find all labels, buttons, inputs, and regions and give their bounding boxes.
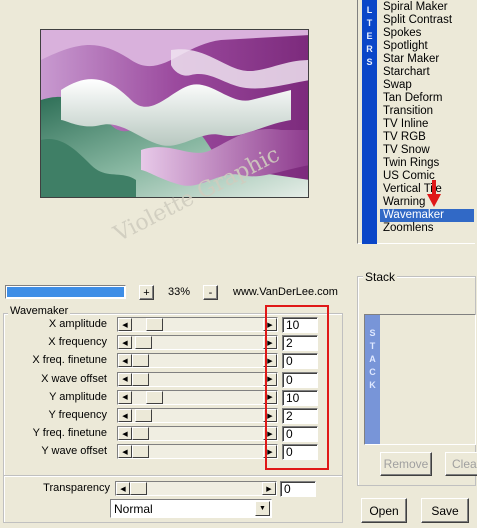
param-label: Y wave offset: [41, 445, 107, 458]
param-label: Y amplitude: [49, 390, 107, 403]
stack-tab-label: STACK: [369, 328, 376, 390]
param-label: Y frequency: [48, 409, 107, 421]
param-slider[interactable]: ◀ ▶: [117, 408, 278, 423]
decrease-arrow-icon[interactable]: ◀: [118, 390, 132, 404]
remove-button[interactable]: Remove: [380, 452, 432, 476]
stack-title: Stack: [363, 270, 398, 284]
decrease-arrow-icon[interactable]: ◀: [118, 372, 132, 386]
decrease-arrow-icon[interactable]: ◀: [118, 318, 132, 331]
transparency-label: Transparency: [43, 482, 110, 494]
filter-item[interactable]: TV Snow: [380, 144, 474, 157]
stack-list[interactable]: STACK: [364, 314, 476, 445]
vanderlee-link[interactable]: www.VanDerLee.com: [233, 286, 338, 298]
slider-thumb[interactable]: [132, 445, 149, 459]
decrease-arrow-icon[interactable]: ◀: [118, 336, 132, 350]
param-slider[interactable]: ◀ ▶: [117, 353, 278, 369]
save-button[interactable]: Save: [421, 498, 469, 523]
transparency-thumb[interactable]: [130, 482, 147, 495]
transparency-decrease-arrow[interactable]: ◀: [116, 482, 130, 495]
param-slider[interactable]: ◀ ▶: [117, 426, 278, 442]
filters-tab[interactable]: LTERS: [362, 0, 377, 244]
filter-item[interactable]: Split Contrast: [380, 14, 474, 27]
transparency-slider[interactable]: ◀ ▶: [115, 481, 277, 496]
stack-content: [381, 315, 475, 444]
param-label: X freq. finetune: [32, 354, 107, 367]
blend-mode-select[interactable]: Normal ▼: [110, 499, 272, 518]
filter-item[interactable]: Spokes: [380, 27, 474, 40]
param-label: Y freq. finetune: [32, 427, 107, 440]
param-slider[interactable]: ◀ ▶: [117, 317, 278, 332]
param-label: X amplitude: [48, 318, 107, 330]
zoom-minus-button[interactable]: -: [203, 285, 218, 300]
decrease-arrow-icon[interactable]: ◀: [118, 445, 132, 459]
decrease-arrow-icon[interactable]: ◀: [118, 427, 132, 441]
filter-item[interactable]: Star Maker: [380, 53, 474, 66]
red-arrow-annotation: [427, 180, 441, 207]
transparency-increase-arrow[interactable]: ▶: [262, 482, 276, 495]
param-label: X frequency: [48, 336, 107, 349]
param-slider[interactable]: ◀ ▶: [117, 444, 278, 460]
preview-wave-graphic: [41, 30, 308, 197]
filter-item[interactable]: Swap: [380, 79, 474, 92]
slider-thumb[interactable]: [135, 336, 152, 350]
clear-button[interactable]: Clear: [445, 452, 477, 476]
filter-item[interactable]: Spotlight: [380, 40, 474, 53]
slider-thumb[interactable]: [146, 390, 163, 404]
filters-panel: LTERS Spiral Maker Split Contrast Spokes Sp…: [357, 0, 475, 244]
open-button[interactable]: Open: [361, 498, 407, 523]
param-slider[interactable]: ◀ ▶: [117, 371, 278, 387]
filter-item[interactable]: Spiral Maker: [380, 1, 474, 14]
transparency-row: Transparency ◀ ▶ 0: [7, 480, 325, 498]
param-slider[interactable]: ◀ ▶: [117, 335, 278, 351]
transparency-value[interactable]: 0: [280, 481, 316, 497]
filter-item[interactable]: TV Inline: [380, 118, 474, 131]
preview-image: [40, 29, 309, 198]
param-label: X wave offset: [41, 372, 107, 385]
zoom-progress-bar: [5, 285, 126, 299]
filter-item[interactable]: Wavemaker: [380, 209, 474, 222]
slider-thumb[interactable]: [132, 427, 149, 441]
zoom-value: 33%: [168, 286, 191, 298]
blend-mode-value: Normal: [114, 502, 153, 516]
decrease-arrow-icon[interactable]: ◀: [118, 409, 132, 422]
zoom-plus-button[interactable]: +: [139, 285, 154, 300]
filter-item[interactable]: Starchart: [380, 66, 474, 79]
red-highlight-box: [265, 305, 329, 470]
filter-item[interactable]: Transition: [380, 105, 474, 118]
filter-item[interactable]: Tan Deform: [380, 92, 474, 105]
slider-thumb[interactable]: [135, 409, 152, 422]
filter-item[interactable]: Twin Rings: [380, 157, 474, 170]
filter-item[interactable]: Zoomlens: [380, 222, 474, 235]
filter-item[interactable]: TV RGB: [380, 131, 474, 144]
slider-thumb[interactable]: [132, 372, 149, 386]
filters-tab-label: LTERS: [366, 5, 373, 67]
slider-thumb[interactable]: [132, 354, 149, 368]
slider-thumb[interactable]: [146, 318, 163, 331]
decrease-arrow-icon[interactable]: ◀: [118, 354, 132, 368]
zoom-progress-fill: [7, 287, 124, 297]
stack-tab[interactable]: STACK: [365, 315, 380, 444]
dropdown-arrow-icon[interactable]: ▼: [255, 501, 270, 516]
param-slider[interactable]: ◀ ▶: [117, 389, 278, 405]
